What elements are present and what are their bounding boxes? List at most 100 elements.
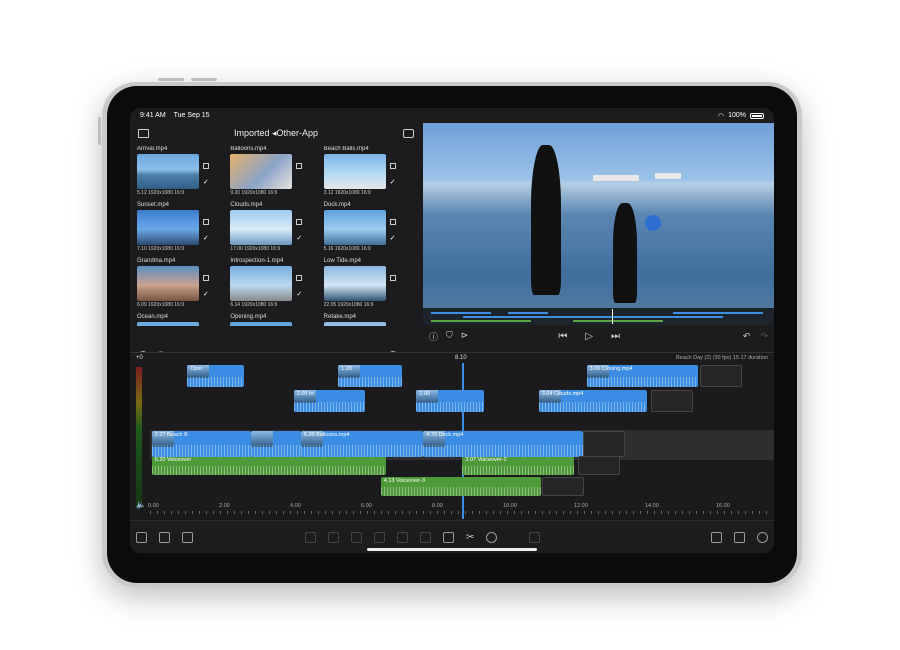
clip-name: Balloons.mp4 bbox=[230, 146, 267, 152]
play-icon[interactable]: ▷ bbox=[585, 331, 593, 342]
redo-icon[interactable]: ↷ bbox=[760, 331, 768, 342]
video-clip[interactable]: Oper bbox=[187, 365, 245, 387]
add-icon[interactable] bbox=[486, 531, 498, 543]
video-clip[interactable]: 1.28 bbox=[338, 365, 403, 387]
layout-icon[interactable] bbox=[711, 531, 722, 543]
shield-icon[interactable]: ⛉ bbox=[446, 330, 453, 343]
clip-thumbnail[interactable] bbox=[137, 154, 199, 189]
video-clip[interactable]: 3.04 Clouds.mp4 bbox=[538, 390, 647, 412]
options-icon[interactable] bbox=[182, 531, 193, 543]
viewer-boat bbox=[593, 175, 639, 181]
video-clip[interactable] bbox=[251, 431, 301, 457]
info-icon[interactable]: ⓘ bbox=[429, 330, 438, 343]
video-clip[interactable]: 3.06 Closing.mp4 bbox=[586, 365, 699, 387]
video-clip[interactable]: 2.05 In bbox=[293, 390, 365, 412]
share-icon[interactable] bbox=[734, 531, 745, 543]
clip-thumbnail[interactable] bbox=[230, 154, 293, 189]
link-icon[interactable] bbox=[351, 531, 362, 543]
clip-badge-icon bbox=[203, 163, 209, 169]
clip-label: 6.20 Voiceover bbox=[154, 457, 192, 463]
scissors-icon[interactable]: ✂ bbox=[466, 532, 474, 543]
split-icon[interactable] bbox=[443, 531, 454, 543]
film-icon[interactable] bbox=[420, 531, 431, 543]
clip-name: Low Tide.mp4 bbox=[323, 258, 362, 264]
clip-thumbnail[interactable] bbox=[137, 210, 199, 245]
settings-icon[interactable] bbox=[757, 531, 768, 543]
folder-icon[interactable] bbox=[138, 128, 149, 138]
browser-clip[interactable]: Low Tide.mp4 22.05 1920x1080 16:9 bbox=[323, 258, 417, 308]
ruler-label: 2.00 bbox=[219, 503, 230, 509]
audio-clip[interactable]: 6.20 Voiceover bbox=[151, 456, 387, 475]
checkmark-icon: ✓ bbox=[389, 179, 396, 186]
mini-playhead[interactable] bbox=[612, 309, 613, 324]
audio-icon[interactable] bbox=[328, 531, 339, 543]
checkmark-icon: ✓ bbox=[203, 291, 209, 298]
clip-name: Grandma.mp4 bbox=[137, 258, 176, 264]
screen: 9:41 AM Tue Sep 15 ◠ 100% Imported ◂Othe… bbox=[130, 108, 774, 553]
wifi-icon: ◠ bbox=[717, 112, 725, 120]
pen-icon[interactable] bbox=[374, 531, 385, 543]
browser-clip[interactable]: Sunset.mp4 7.10 1920x1080 16:9 ✓ bbox=[137, 202, 230, 252]
clip-meta: 9.20 1920x1080 16:9 bbox=[230, 190, 278, 196]
viewer-person-adult bbox=[531, 145, 561, 295]
audio-clip[interactable]: 4.13 Voiceover-3 bbox=[380, 477, 541, 496]
clip-thumbnail[interactable] bbox=[230, 210, 293, 245]
browser-clip[interactable]: Beach Balls.mp4 3.12 1920x1080 16:9 ✓ bbox=[323, 146, 417, 196]
ruler-label: 16.00 bbox=[716, 503, 730, 509]
clip-thumbnail[interactable] bbox=[323, 322, 386, 326]
browser-title[interactable]: Imported ◂Other-App bbox=[234, 128, 318, 139]
clip-grid: Arrival.mp4 5.12 1920x1080 16:9 ✓ Balloons.… bbox=[137, 146, 417, 326]
audio-clip[interactable]: 3.07 Voiceover-2 bbox=[462, 456, 575, 475]
camera-icon[interactable] bbox=[397, 531, 408, 543]
browser-clip[interactable]: Arrival.mp4 5.12 1920x1080 16:9 ✓ bbox=[137, 146, 230, 196]
clip-thumbnail[interactable] bbox=[323, 154, 386, 189]
home-indicator[interactable] bbox=[367, 548, 537, 551]
clip-meta: 22.05 1920x1080 16:9 bbox=[323, 302, 374, 308]
add-marker-icon[interactable]: ⊳ bbox=[461, 330, 469, 343]
transition-icon[interactable] bbox=[305, 531, 316, 543]
clip-label: 2.05 In bbox=[296, 391, 314, 397]
undo-icon[interactable]: ↶ bbox=[743, 331, 751, 342]
clip-thumbnail[interactable] bbox=[137, 322, 199, 326]
battery-icon bbox=[750, 112, 764, 119]
skip-forward-icon[interactable]: ⏭ bbox=[611, 331, 620, 342]
browser-clip[interactable]: Opening.mp4 bbox=[230, 314, 323, 326]
browser-clip[interactable]: Balloons.mp4 9.20 1920x1080 16:9 bbox=[230, 146, 323, 196]
browser-clip[interactable]: Retake.mp4 bbox=[323, 314, 417, 326]
video-clip[interactable]: 2.27 Beach B bbox=[151, 431, 252, 457]
placeholder-clip bbox=[650, 390, 693, 412]
clip-thumbnail[interactable] bbox=[323, 210, 386, 245]
volume-icon[interactable]: 🔈 bbox=[136, 500, 146, 509]
playhead-timecode: 8.10 bbox=[455, 355, 467, 361]
timeline[interactable]: +0 8.10 Beach Day (2) (30 fps) 15.17 dur… bbox=[130, 352, 774, 520]
browser-clip[interactable]: Grandma.mp4 6.09 1920x1080 16:9 ✓ bbox=[137, 258, 230, 308]
download-icon[interactable] bbox=[403, 128, 414, 138]
browser-clip[interactable]: Clouds.mp4 17.00 1920x1080 16:9 ✓ bbox=[230, 202, 323, 252]
video-clip[interactable]: 2.00 bbox=[416, 390, 484, 412]
video-clip[interactable]: 6.20 Balloons.mp4 bbox=[300, 431, 424, 457]
clip-thumbnail[interactable] bbox=[323, 266, 386, 301]
clip-meta: 6.09 1920x1080 16:9 bbox=[137, 302, 184, 308]
clip-label: 3.06 Closing.mp4 bbox=[589, 366, 633, 372]
clip-thumbnail[interactable] bbox=[230, 322, 293, 326]
mini-timeline[interactable] bbox=[423, 308, 774, 325]
export-icon[interactable] bbox=[136, 531, 147, 543]
browser-clip[interactable]: Introspection-1.mp4 6.14 1920x1080 16:9 ✓ bbox=[230, 258, 323, 308]
clip-thumbnail[interactable] bbox=[137, 266, 199, 301]
clip-thumbnail[interactable] bbox=[230, 266, 293, 301]
audio-meter bbox=[136, 367, 142, 507]
clip-meta: 3.12 1920x1080 16:9 bbox=[323, 190, 371, 196]
top-button bbox=[158, 78, 184, 81]
browser-clip[interactable]: Ocean.mp4 bbox=[137, 314, 230, 326]
ruler-label: 14.00 bbox=[645, 503, 659, 509]
time-ruler[interactable]: 0.00 2.00 4.00 6.00 8.00 10.00 12.00 14.00 16.00 bbox=[148, 503, 770, 517]
clip-name: Dock.mp4 bbox=[323, 202, 351, 208]
video-viewer[interactable] bbox=[423, 123, 774, 325]
skip-back-icon[interactable]: ⏮ bbox=[558, 331, 567, 342]
clip-label: 1.28 bbox=[341, 366, 352, 372]
browser-clip[interactable]: Dock.mp4 5.16 1920x1080 16:9 ✓ bbox=[323, 202, 417, 252]
video-clip[interactable]: 4.70 Dock.mp4 bbox=[423, 431, 584, 457]
project-icon[interactable] bbox=[159, 531, 170, 543]
checkmark-icon: ✓ bbox=[296, 291, 303, 298]
trash-icon-bottom[interactable] bbox=[529, 531, 541, 543]
